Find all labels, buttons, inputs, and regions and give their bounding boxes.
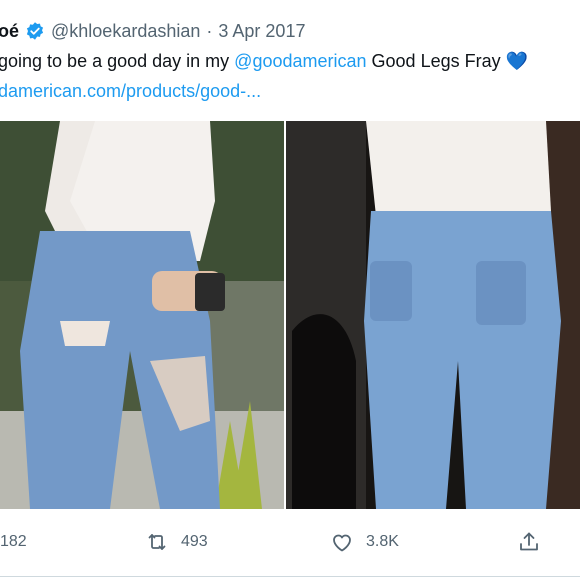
reply-action[interactable]: 182 — [0, 522, 27, 562]
display-name[interactable]: oé — [0, 21, 19, 42]
share-icon — [520, 532, 538, 551]
tweet-text-line-1: going to be a good day in my @goodameric… — [0, 51, 528, 72]
reply-count: 182 — [0, 533, 27, 550]
tweet-media[interactable] — [0, 121, 580, 509]
photo-left[interactable] — [0, 121, 284, 509]
mention-link[interactable]: @goodamerican — [234, 51, 366, 71]
like-button[interactable]: 3.8K — [330, 522, 399, 562]
retweet-count: 493 — [181, 533, 208, 550]
share-button[interactable] — [517, 522, 541, 562]
retweet-icon — [148, 534, 166, 550]
divider — [0, 576, 580, 577]
tweet-text-end: Good Legs Fray — [366, 51, 506, 71]
tweet-header: oé @khloekardashian · 3 Apr 2017 — [0, 18, 305, 44]
tweet-text-start: going to be a good day in my — [0, 51, 235, 71]
handle[interactable]: @khloekardashian — [51, 21, 200, 42]
tweet-link[interactable]: damerican.com/products/good-... — [0, 81, 261, 102]
action-bar: 182 493 3.8K — [0, 522, 580, 562]
heart-icon — [333, 534, 351, 552]
blue-heart-emoji: 💙 — [505, 51, 529, 71]
separator-dot: · — [206, 20, 213, 41]
photo-right[interactable] — [286, 121, 580, 509]
retweet-button[interactable]: 493 — [145, 522, 208, 562]
tweet-date[interactable]: 3 Apr 2017 — [218, 21, 305, 42]
like-count: 3.8K — [366, 533, 399, 550]
verified-badge-icon — [26, 22, 44, 40]
